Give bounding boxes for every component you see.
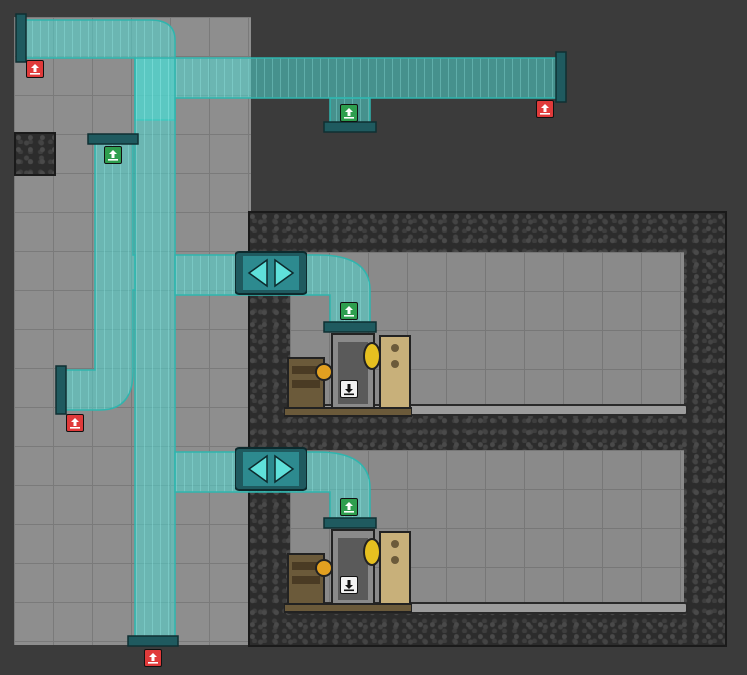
- pipe-cap-top-intake: [323, 121, 377, 133]
- arrow-out-icon: [148, 653, 158, 664]
- arrow-in-icon: [344, 306, 354, 317]
- arrow-down-icon: [344, 384, 354, 396]
- machine-1-receiver[interactable]: [340, 380, 358, 398]
- machine-2-receiver[interactable]: [340, 576, 358, 594]
- vent-output-top-left[interactable]: [26, 60, 44, 78]
- arrow-out-icon: [70, 418, 80, 429]
- gas-generator-icon[interactable]: [284, 524, 412, 614]
- pipe-top-left-run[interactable]: [21, 19, 557, 121]
- pipe-main-trunk[interactable]: [134, 57, 176, 641]
- pipe-left-branch[interactable]: [61, 139, 136, 411]
- arrow-in-icon: [344, 502, 354, 513]
- vent-output-mid-left[interactable]: [66, 414, 84, 432]
- pipe-cap-left-intake: [87, 133, 139, 145]
- shutoff-valve-icon[interactable]: [235, 250, 307, 296]
- intake-upper-left[interactable]: [104, 146, 122, 164]
- gas-generator-icon[interactable]: [284, 328, 412, 418]
- arrow-out-icon: [30, 64, 40, 75]
- shutoff-valve-icon[interactable]: [235, 446, 307, 492]
- arrow-in-icon: [108, 150, 118, 161]
- intake-top-center[interactable]: [340, 104, 358, 122]
- pipe-cap-top-right: [555, 51, 567, 103]
- arrow-down-icon: [344, 580, 354, 592]
- machine-1-input[interactable]: [340, 302, 358, 320]
- pipe-cap-mid-left: [55, 365, 67, 415]
- pipe-cap-bottom: [127, 635, 179, 647]
- pipe-cap-top-left: [15, 13, 27, 63]
- arrow-out-icon: [540, 104, 550, 115]
- vent-output-bottom[interactable]: [144, 649, 162, 667]
- machine-2-input[interactable]: [340, 498, 358, 516]
- vent-output-top-right[interactable]: [536, 100, 554, 118]
- arrow-in-icon: [344, 108, 354, 119]
